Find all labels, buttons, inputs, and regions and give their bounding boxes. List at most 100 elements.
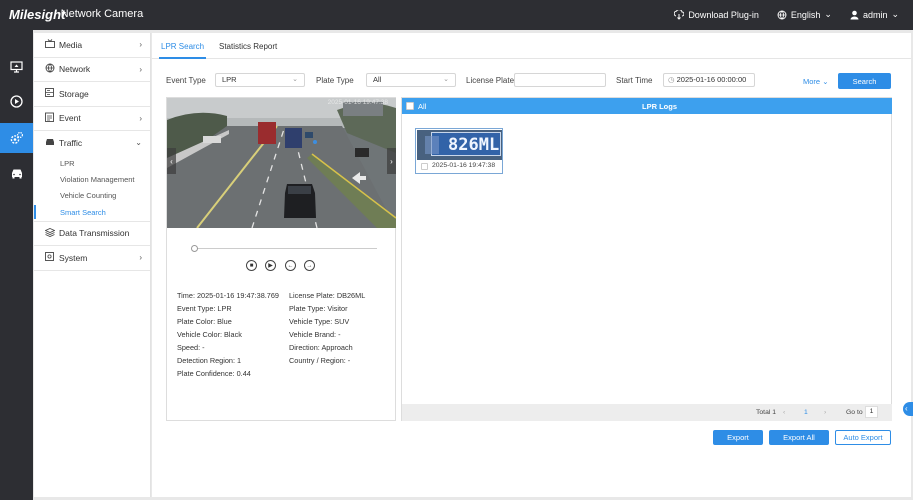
car-icon [11, 169, 22, 178]
menu-item-label: Storage [59, 88, 89, 99]
tab-bar: LPR Search Statistics Report [152, 33, 911, 59]
plate-type-select[interactable]: All ⌄ [366, 73, 456, 87]
language-selector[interactable]: English ⌄ [777, 9, 832, 20]
submenu-violation-management[interactable]: Violation Management [34, 172, 150, 188]
event-icon [45, 112, 59, 124]
prev-image-button[interactable]: ‹ [167, 148, 176, 174]
event-type-value: LPR [222, 75, 237, 84]
chevron-down-icon: ⌄ [292, 76, 298, 83]
menu-item-label: Data Transmission [59, 228, 130, 239]
left-icon-nav [0, 30, 33, 500]
search-button[interactable]: Search [838, 73, 891, 89]
plate-thumbnail-text: 826ML [431, 132, 501, 156]
submenu-vehicle-counting[interactable]: Vehicle Counting [34, 188, 150, 204]
menu-item-label: Traffic [59, 138, 83, 149]
select-all-label: All [418, 102, 427, 111]
download-plugin-label: Download Plug-in [688, 9, 759, 20]
detail-speed: Speed: - [177, 343, 205, 352]
collapse-panel-button[interactable]: ‹ [903, 402, 913, 416]
menu-item-traffic[interactable]: Traffic ⌄ [34, 131, 150, 156]
globe-icon [45, 63, 59, 75]
export-button[interactable]: Export [713, 430, 763, 445]
log-item-time: 2025-01-16 19:47:38 [432, 162, 496, 169]
menu-item-data-transmission[interactable]: Data Transmission [34, 222, 150, 246]
detail-license-plate: License Plate: DB26ML [289, 291, 366, 300]
log-item[interactable]: 826ML 2025-01-16 19:47:38 [415, 128, 503, 174]
nav-settings[interactable] [0, 123, 33, 153]
nav-vehicle[interactable] [0, 158, 33, 188]
menu-item-label: Event [59, 113, 81, 124]
car-icon [45, 138, 59, 148]
lpr-logs-title: LPR Logs [642, 102, 677, 111]
storage-icon [45, 88, 59, 99]
detail-plate-type: Plate Type: Visitor [289, 304, 348, 313]
nav-playback[interactable] [0, 86, 33, 116]
chevron-down-icon: ⌄ [891, 9, 899, 19]
detail-direction: Direction: Approach [289, 343, 353, 352]
monitor-icon [10, 61, 23, 73]
playback-progress-handle[interactable] [191, 245, 198, 252]
nav-live-view[interactable] [0, 52, 33, 82]
detail-vehicle-color: Vehicle Color: Black [177, 330, 242, 339]
menu-item-storage[interactable]: Storage [34, 82, 150, 107]
event-type-select[interactable]: LPR ⌄ [215, 73, 305, 87]
next-frame-button[interactable]: → [304, 260, 315, 271]
user-menu[interactable]: admin ⌄ [850, 9, 899, 20]
lpr-logs-header: All LPR Logs [402, 98, 892, 114]
chevron-right-icon: › [390, 156, 393, 166]
plate-blur-region [425, 136, 439, 154]
goto-page-input[interactable]: 1 [865, 406, 878, 418]
menu-item-label: Network [59, 64, 91, 75]
tab-lpr-search[interactable]: LPR Search [158, 42, 207, 59]
tab-statistics-report[interactable]: Statistics Report [219, 42, 277, 51]
log-item-checkbox[interactable] [421, 163, 428, 170]
prev-page-button[interactable]: ‹ [783, 407, 785, 418]
export-all-button[interactable]: Export All [769, 430, 829, 445]
menu-item-label: System [59, 252, 88, 263]
user-icon [850, 10, 859, 19]
chevron-right-icon: › [139, 113, 142, 123]
auto-export-button[interactable]: Auto Export [835, 430, 891, 445]
next-page-button[interactable]: › [824, 407, 826, 418]
product-name: ·Network Camera [57, 8, 144, 20]
total-count: Total 1 [756, 409, 777, 416]
license-plate-input[interactable] [514, 73, 606, 87]
previous-frame-button[interactable]: ← [285, 260, 296, 271]
detail-plate-confidence: Plate Confidence: 0.44 [177, 369, 251, 378]
play-button[interactable]: ▶ [265, 260, 276, 271]
playback-icon [10, 94, 23, 108]
lpr-logs-panel: All LPR Logs 826ML 2025-01-16 19:47:38 T… [401, 97, 892, 421]
stop-button[interactable]: ■ [246, 260, 257, 271]
play-icon: ▶ [268, 263, 273, 269]
chevron-right-icon: › [139, 40, 142, 49]
menu-item-event[interactable]: Event › [34, 107, 150, 131]
current-page[interactable]: 1 [804, 407, 808, 418]
more-filters-link[interactable]: More ⌄ [803, 77, 828, 86]
plate-type-label: Plate Type [316, 76, 354, 85]
detail-event-type: Event Type: LPR [177, 304, 232, 313]
menu-item-media[interactable]: Media › [34, 33, 150, 58]
select-all-checkbox[interactable] [406, 102, 414, 110]
chevron-right-icon: › [139, 253, 142, 262]
download-plugin-link[interactable]: Download Plug-in [674, 9, 759, 20]
goto-label: Go to [846, 409, 863, 416]
menu-item-system[interactable]: System › [34, 246, 150, 271]
system-icon [45, 252, 59, 263]
detail-vehicle-type: Vehicle Type: SUV [289, 317, 350, 326]
submenu-lpr[interactable]: LPR [34, 156, 150, 172]
event-type-label: Event Type [166, 76, 206, 85]
submenu-smart-search[interactable]: Smart Search [34, 204, 150, 222]
download-icon [674, 9, 685, 20]
arrow-right-icon: → [306, 262, 313, 269]
chevron-down-icon: ⌄ [824, 9, 832, 19]
detail-panel: 2025-01-16 19:47:38 ‹ › ■ ▶ ← → Time: 20… [166, 97, 396, 421]
snapshot-image: 2025-01-16 19:47:38 ‹ › [167, 98, 396, 228]
chevron-down-icon: ⌄ [822, 77, 829, 86]
menu-item-network[interactable]: Network › [34, 58, 150, 82]
start-time-input[interactable]: ◷ 2025-01-16 00:00:00 [663, 73, 755, 87]
chevron-right-icon: › [139, 64, 142, 74]
playback-progress-track[interactable] [195, 248, 377, 249]
clock-icon: ◷ [668, 75, 675, 84]
next-image-button[interactable]: › [387, 148, 396, 174]
menu-item-label: Media [59, 39, 83, 50]
